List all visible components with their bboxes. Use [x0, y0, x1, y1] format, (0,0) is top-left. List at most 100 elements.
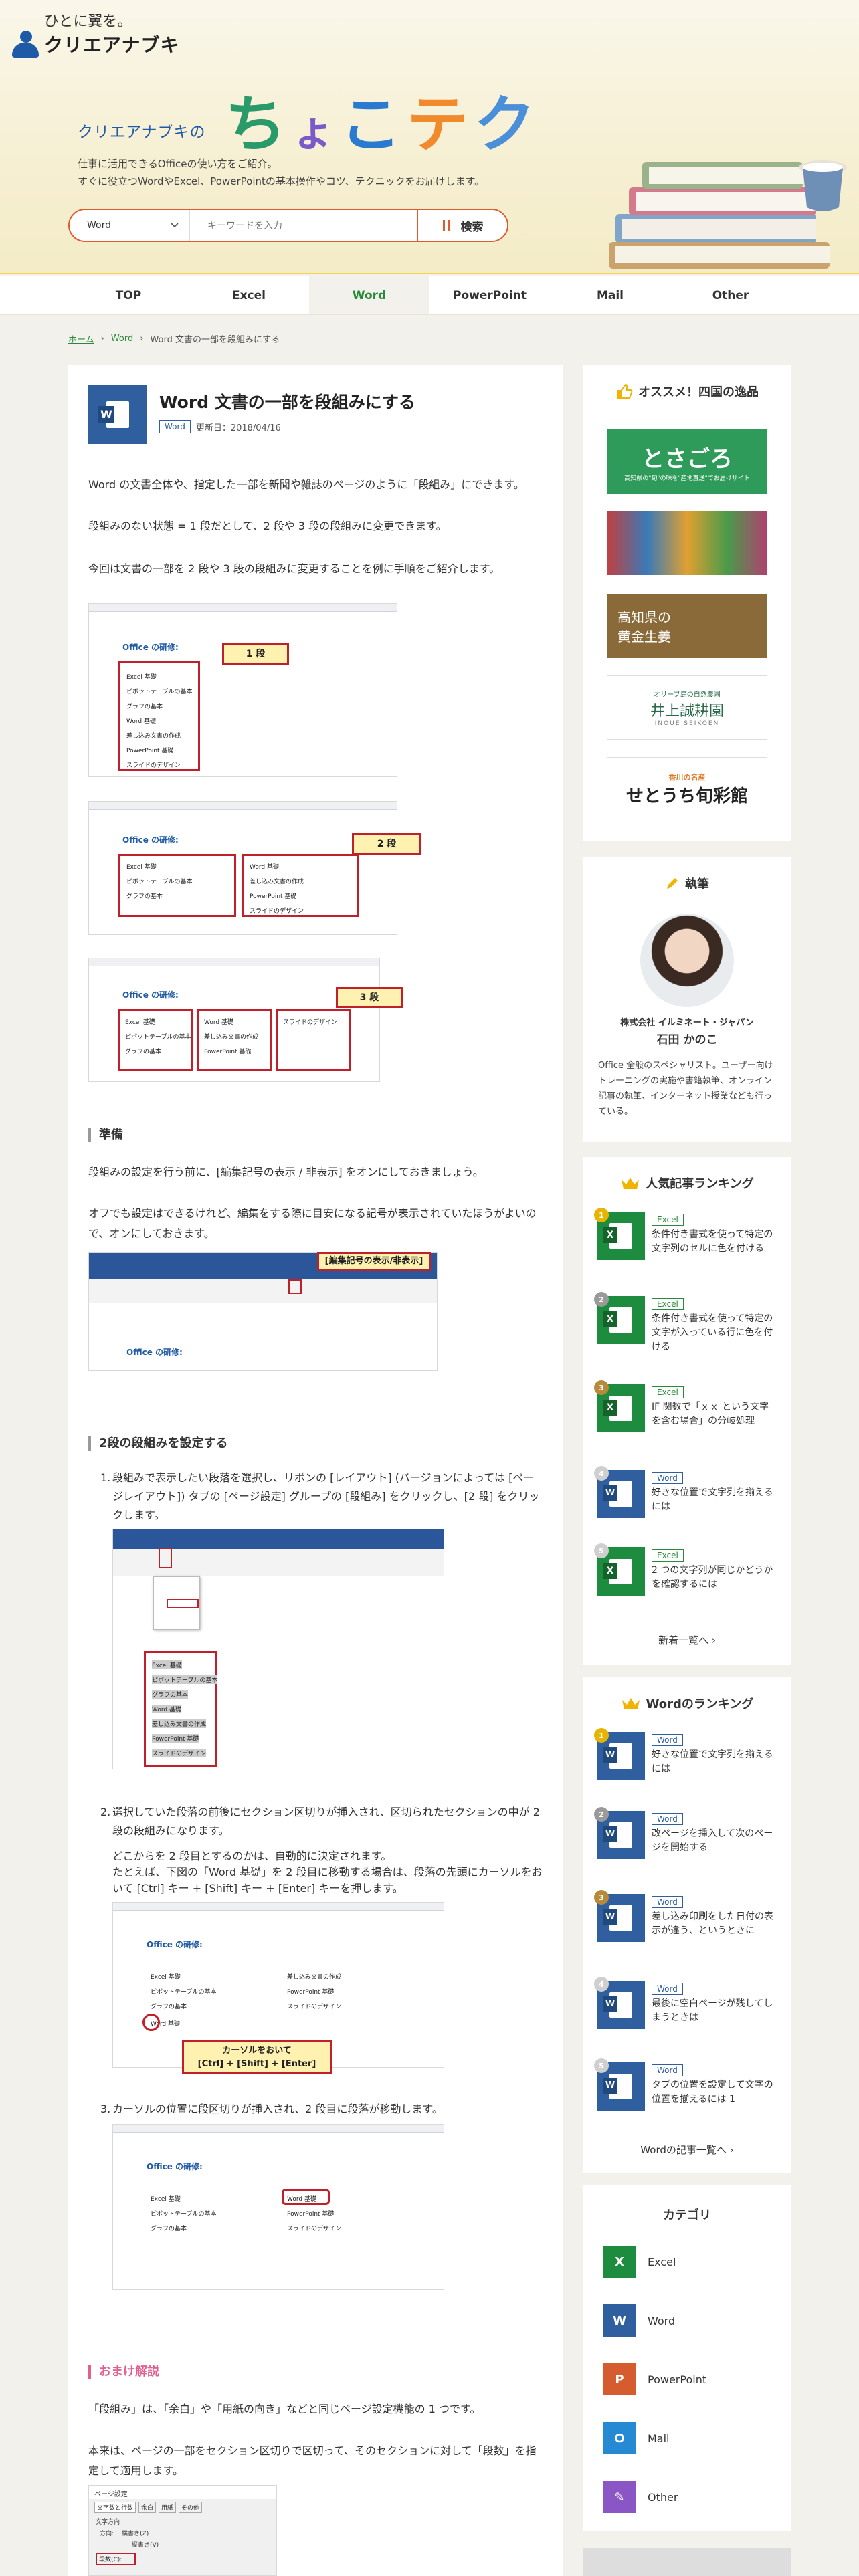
callout-two-columns: 2 段 — [352, 833, 421, 855]
sample-item: グラフの基本 — [125, 1049, 162, 1055]
ad-olive-en: INOUE SEIKOEN — [654, 720, 720, 727]
callout-shortcut-line: [Ctrl] + [Shift] + [Enter] — [197, 2059, 316, 2069]
heading-two-columns: 2段の段組みを設定する — [88, 1436, 228, 1451]
sample-title: Office の研修: — [147, 1940, 203, 1949]
word-ranking-item[interactable]: 2 Word 改ページを挿入して次のページを開始する — [594, 1807, 777, 1867]
dialog-row: 方向: — [100, 2531, 114, 2537]
nav-mail[interactable]: Mail — [550, 276, 670, 314]
excel-icon: X — [603, 2246, 636, 2278]
sample-title: Office の研修: — [122, 835, 179, 845]
sidebar-categories: カテゴリ X Excel W Word P PowerPoint O Mail ✎ Oth… — [583, 2185, 791, 2531]
sample-item: PowerPoint 基礎 — [287, 1989, 335, 1996]
word-ranking-more-link[interactable]: Wordの記事一覧へ › — [583, 2143, 791, 2157]
ranking-item[interactable]: 5 Excel 2 つの文字列が同じかどうかを確認するには — [594, 1543, 777, 1604]
extra-paragraph: 「段組み」は、「余白」や「用紙の向き」などと同じページ設定機能の 1 つです。 — [88, 2403, 481, 2416]
ranking-item[interactable]: 4 Word 好きな位置で文字列を揃えるには — [594, 1466, 777, 1526]
dialog-tab[interactable]: 用紙 — [159, 2502, 177, 2513]
prep-paragraph: オフでも設定はできるけれど、編集をする際に目安になる記号が表示されていたほうがよ… — [88, 1207, 537, 1240]
hero-desc-line: 仕事に活用できるOfficeの使い方をご紹介。 — [78, 158, 278, 170]
screenshot-three-columns: Office の研修: Excel 基礎 ピボットテーブルの基本 グラフの基本 … — [88, 958, 380, 1082]
word-ranking-item[interactable]: 3 Word 差し込み印刷をした日付の表示が違う、というときに — [594, 1890, 777, 1950]
ad-tosagoro-title: とさごろ — [642, 446, 733, 473]
nav-other[interactable]: Other — [670, 276, 791, 314]
ranking-tag: Word — [652, 2064, 683, 2076]
heading-prep: 準備 — [88, 1128, 123, 1142]
hero-char: ク — [474, 89, 541, 160]
ranking-text: 条件付き書式を使って特定の文字が入っている行に色を付ける — [652, 1313, 773, 1352]
sample-title: Office の研修: — [122, 990, 179, 1000]
category-label: PowerPoint — [648, 2373, 707, 2386]
sample-item: Word 基礎 — [152, 1705, 181, 1713]
breadcrumb-home[interactable]: ホーム — [68, 332, 94, 345]
dialog-columns-field[interactable]: 段数(C): — [96, 2553, 136, 2565]
ad-kochi-ginger[interactable]: 高知県の 黄金生姜 — [607, 594, 767, 658]
breadcrumb-word[interactable]: Word — [111, 334, 133, 344]
category-excel[interactable]: X Excel — [603, 2246, 676, 2278]
word-ranking-item[interactable]: 1 Word 好きな位置で文字列を揃えるには — [594, 1728, 777, 1788]
sample-item: スライドのデザイン — [283, 1019, 338, 1026]
nav-excel[interactable]: Excel — [189, 276, 309, 314]
category-powerpoint[interactable]: P PowerPoint — [603, 2363, 706, 2395]
ad-inoue-seikoen[interactable]: オリーブ島の自然農園 井上誠耕園 INOUE SEIKOEN — [607, 675, 767, 740]
ranking-tag: Excel — [652, 1298, 684, 1310]
breadcrumb: ホーム › Word › Word 文書の一部を段組みにする — [68, 332, 280, 345]
step-number: 3. — [100, 2103, 111, 2115]
dialog-title: ページ設定 — [89, 2486, 276, 2499]
header-accent-line — [0, 273, 859, 274]
step-1-text: 段組みで表示したい段落を選択し、リボンの [レイアウト] (バージョンによっては… — [112, 1471, 540, 1521]
sample-item: Word 基礎 — [126, 718, 156, 725]
search-button[interactable]: 検索 — [417, 210, 507, 241]
search-icon — [442, 220, 450, 231]
search-input[interactable] — [190, 210, 417, 241]
category-other[interactable]: ✎ Other — [603, 2481, 678, 2513]
chevron-right-icon: › — [100, 334, 104, 344]
ranking-item[interactable]: 2 Excel 条件付き書式を使って特定の文字が入っている行に色を付ける — [594, 1292, 777, 1352]
sample-item: スライドのデザイン — [152, 1749, 207, 1757]
sample-item: 差し込み文書の作成 — [152, 1719, 207, 1728]
hero-char: ち — [225, 89, 292, 160]
dialog-tab[interactable]: その他 — [179, 2502, 203, 2513]
sample-item: スライドのデザイン — [250, 908, 304, 915]
dialog-option[interactable]: 縦書き(V) — [89, 2539, 276, 2550]
search-button-label: 検索 — [460, 220, 484, 234]
sample-item: PowerPoint 基礎 — [250, 893, 297, 900]
nav-top[interactable]: TOP — [68, 276, 189, 314]
article-header: Word 文書の一部を段組みにする Word 更新日：2018/04/16 — [88, 385, 415, 444]
ad-setouchi-title: せとうち旬彩館 — [626, 786, 748, 807]
step-2-note: たとえば、下図の「Word 基礎」を 2 段目に移動する場合は、段落の先頭にカー… — [112, 1866, 543, 1895]
thumbs-up-icon — [617, 383, 633, 399]
sample-item: ピボットテーブルの基本 — [126, 689, 193, 695]
screenshot-two-columns: Office の研修: Excel 基礎 ピボットテーブルの基本 グラフの基本 … — [88, 801, 397, 935]
ad-setouchi[interactable]: 香川の名産 せとうち旬彩館 — [607, 757, 767, 821]
books-and-cup-illustration — [609, 160, 847, 269]
nav-powerpoint[interactable]: PowerPoint — [430, 276, 550, 314]
hero-char: ょ — [292, 107, 341, 156]
step-2-note: どこからを 2 段目とするのかは、自動的に決定されます。 — [112, 1850, 392, 1862]
sample-item: ピボットテーブルの基本 — [126, 879, 193, 885]
search-category-select[interactable]: Word — [70, 210, 190, 241]
category-word[interactable]: W Word — [603, 2304, 675, 2337]
article-tag[interactable]: Word — [159, 420, 191, 433]
ad-setouchi-pre: 香川の名産 — [668, 772, 706, 782]
ad-tosagoro[interactable]: とさごろ 高知県の"旬"の味を"産地直送"でお届けサイト — [607, 429, 767, 494]
nav-word[interactable]: Word — [309, 276, 430, 314]
ranking-item[interactable]: 3 Excel IF 関数で「ｘｘ という文字を含む場合」の分岐処理 — [594, 1380, 777, 1440]
search-select-value: Word — [87, 220, 111, 231]
ranking-more-label: 新着一覧へ — [658, 1634, 709, 1646]
ranking-tag: Excel — [652, 1214, 684, 1226]
category-mail[interactable]: O Mail — [603, 2422, 670, 2454]
word-ranking-item[interactable]: 5 Word タブの位置を設定して文字の位置を揃えるには 1 — [594, 2058, 777, 2119]
ranking-more-link[interactable]: 新着一覧へ › — [583, 1633, 791, 1647]
word-ranking-item[interactable]: 4 Word 最後に空白ページが残してしまうときは — [594, 1977, 777, 2037]
callout-three-columns: 3 段 — [336, 987, 403, 1008]
ranking-item[interactable]: 1 Excel 条件付き書式を使って特定の文字列のセルに色を付ける — [594, 1208, 777, 1268]
sample-item: ピボットテーブルの基本 — [125, 1034, 191, 1041]
ad-photo-grid[interactable] — [607, 511, 767, 575]
dialog-tab[interactable]: 文字数と行数 — [94, 2502, 136, 2513]
site-logo[interactable]: ひとに翼を。 クリエアナブキ — [12, 9, 179, 58]
dialog-option[interactable]: 横書き(Z) — [122, 2529, 149, 2537]
ranking-text: 差し込み印刷をした日付の表示が違う、というときに — [652, 1911, 773, 1936]
sample-item: グラフの基本 — [151, 2226, 187, 2232]
site-header: ひとに翼を。 クリエアナブキ クリエアナブキの ちょこテク 仕事に活用できるOf… — [0, 0, 859, 274]
dialog-tab[interactable]: 余白 — [138, 2502, 157, 2513]
